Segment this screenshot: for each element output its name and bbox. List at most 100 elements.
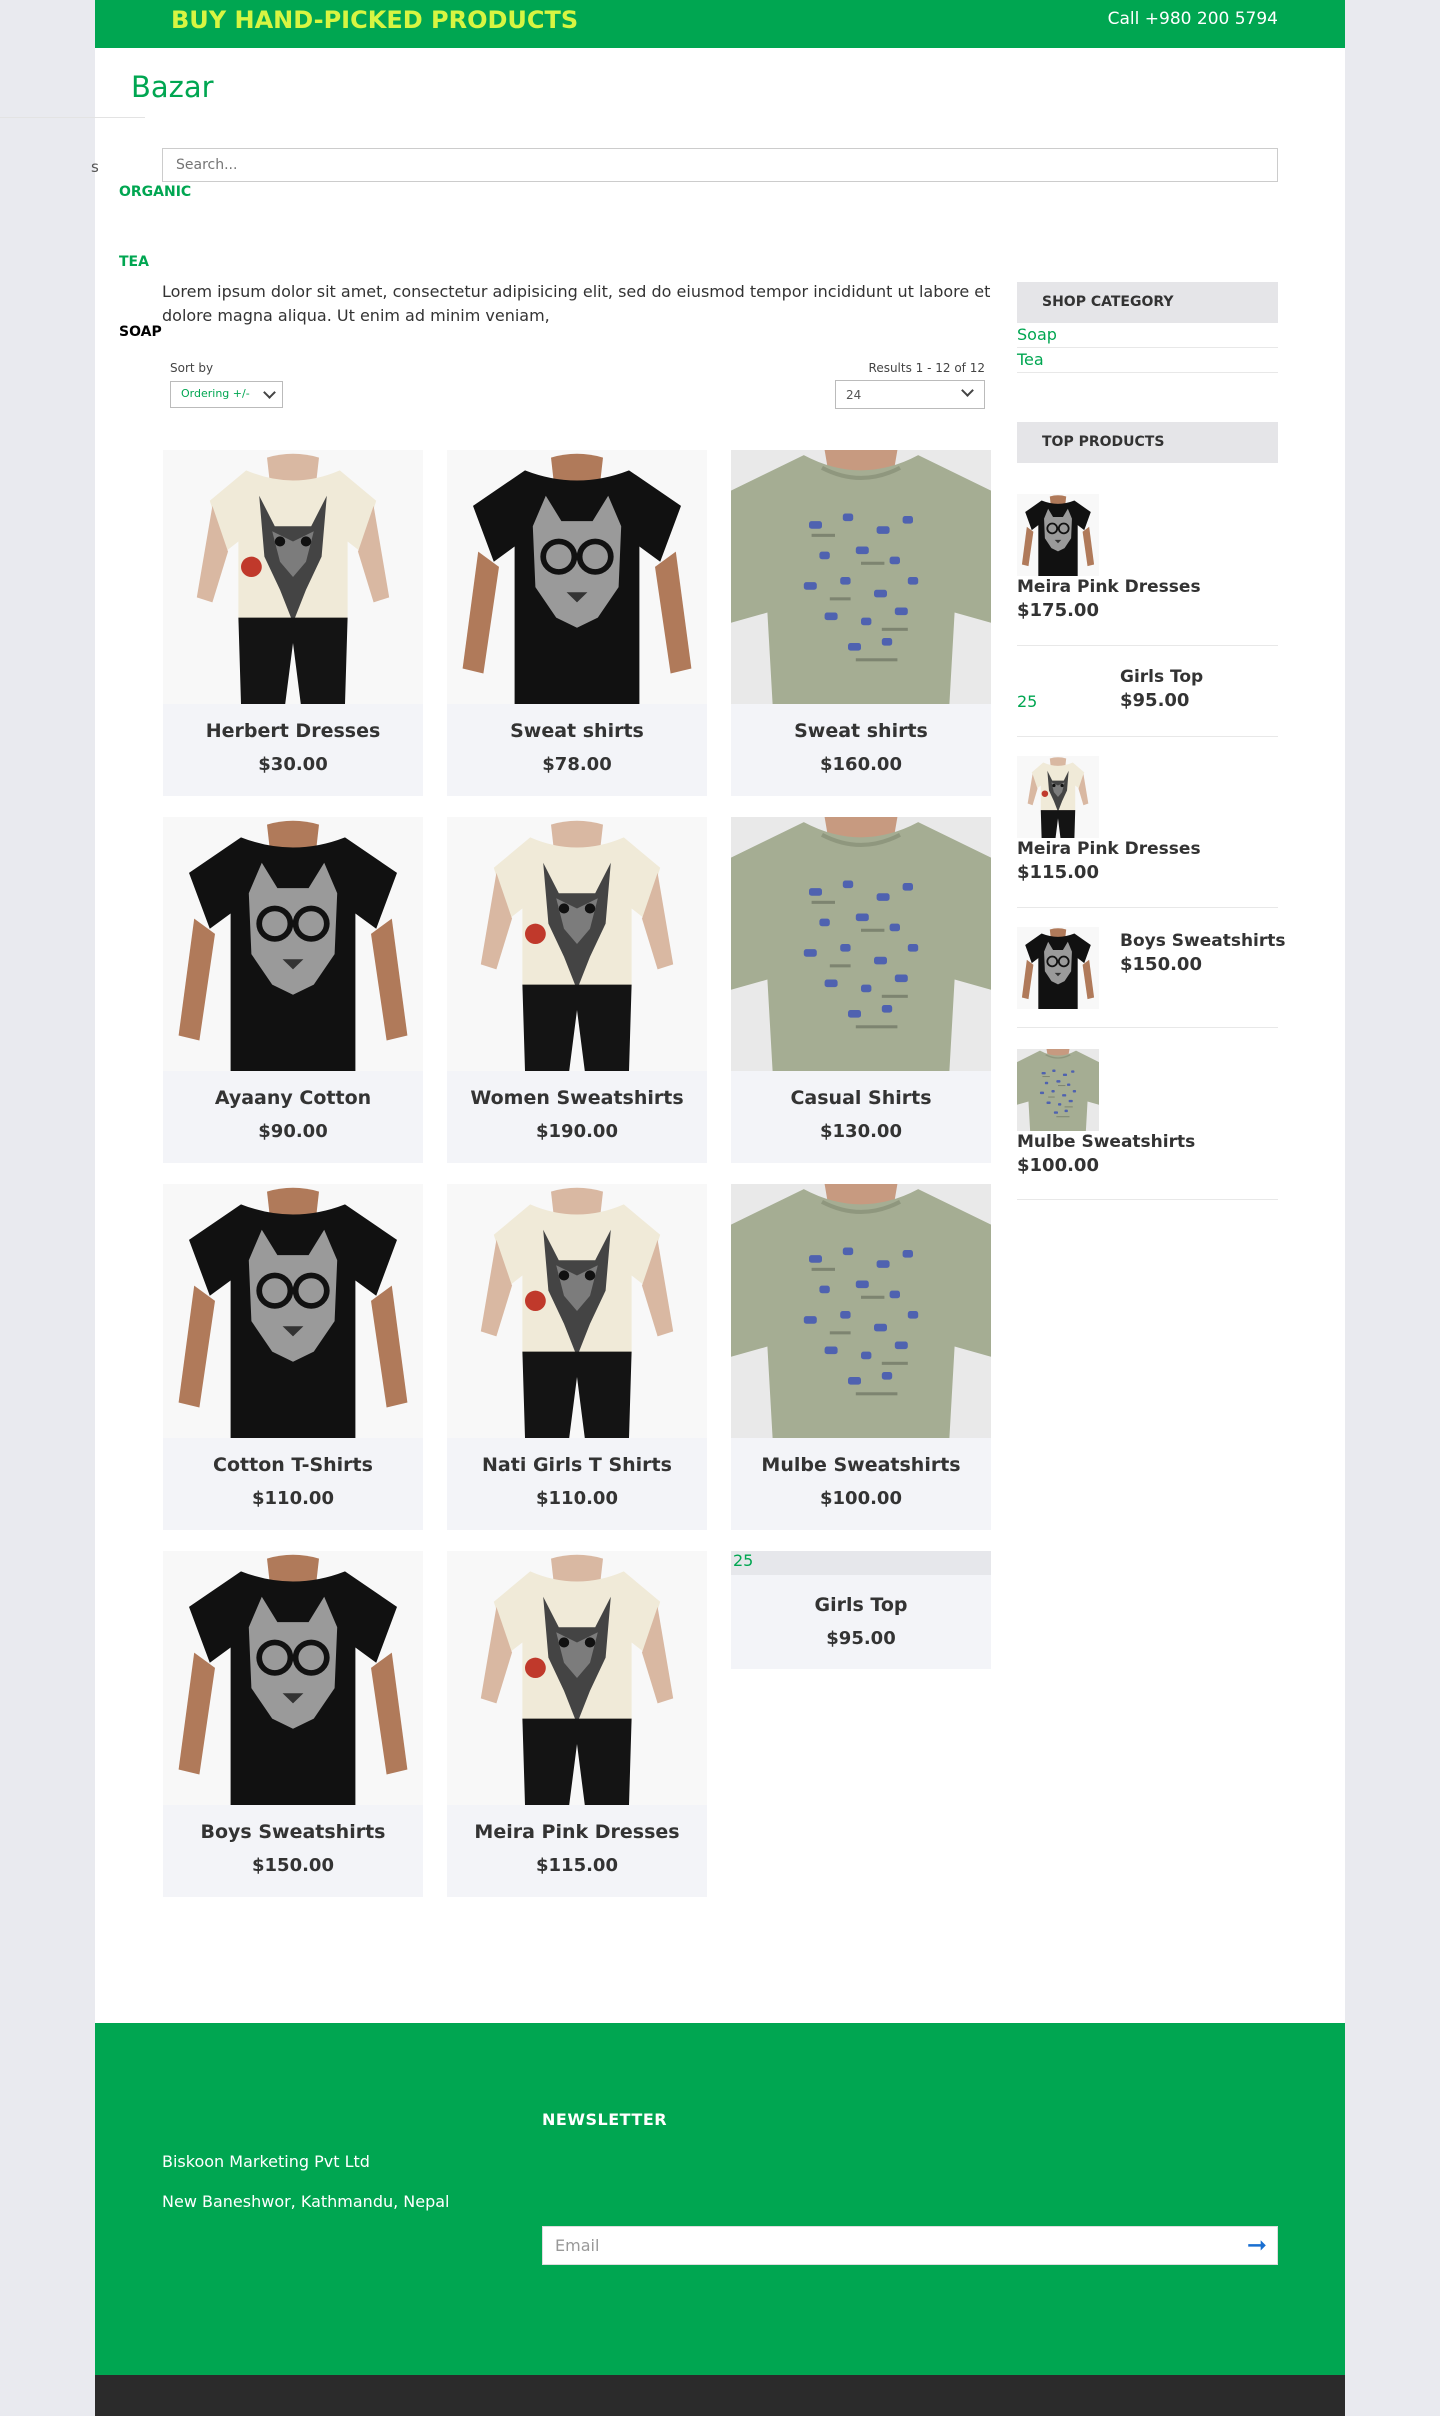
product-image[interactable]	[447, 1551, 707, 1805]
product-name[interactable]: Sweat shirts	[731, 720, 991, 742]
product-price: $130.00	[820, 1121, 902, 1142]
email-placeholder: Email	[555, 2236, 600, 2255]
product-price: $190.00	[536, 1121, 618, 1142]
product-name[interactable]: Boys Sweatshirts	[163, 1821, 423, 1843]
product-card[interactable]: Cotton T-Shirts $110.00	[163, 1184, 423, 1530]
search-input[interactable]	[162, 148, 1278, 182]
tagline: BUY HAND-PICKED PRODUCTS	[171, 6, 579, 34]
category-link-tea[interactable]: Tea	[1017, 350, 1044, 369]
per-page-value: 24	[846, 388, 862, 402]
top-product-image[interactable]	[1017, 1049, 1099, 1131]
product-card[interactable]: Herbert Dresses $30.00	[163, 450, 423, 796]
top-product-divider	[1017, 1199, 1278, 1200]
top-product-name[interactable]: Mulbe Sweatshirts	[1017, 1132, 1195, 1152]
phone-number[interactable]: Call +980 200 5794	[1108, 9, 1278, 29]
top-product-name[interactable]: Meira Pink Dresses	[1017, 577, 1201, 597]
product-price: $115.00	[536, 1855, 618, 1876]
category-link-soap[interactable]: Soap	[1017, 325, 1057, 344]
top-product-divider	[1017, 645, 1278, 646]
product-image[interactable]	[731, 1184, 991, 1438]
top-product-price: $175.00	[1017, 600, 1099, 621]
footer: Biskoon Marketing Pvt Ltd New Baneshwor,…	[95, 2023, 1345, 2375]
product-card[interactable]: Meira Pink Dresses $115.00	[447, 1551, 707, 1897]
nav-fragment: s	[91, 158, 99, 176]
product-card[interactable]: 25 Girls Top $95.00	[731, 1551, 991, 1669]
product-image[interactable]	[731, 817, 991, 1071]
site-logo[interactable]: Bazar	[131, 70, 214, 104]
product-name[interactable]: Sweat shirts	[447, 720, 707, 742]
product-image[interactable]	[163, 1551, 423, 1805]
company-name: Biskoon Marketing Pvt Ltd	[162, 2152, 370, 2171]
product-name[interactable]: Girls Top	[731, 1594, 991, 1616]
product-name[interactable]: Herbert Dresses	[163, 720, 423, 742]
product-price: $160.00	[820, 754, 902, 775]
nav-item-organic[interactable]: ORGANIC	[119, 184, 191, 200]
top-product-price: $100.00	[1017, 1155, 1099, 1176]
top-product-name[interactable]: Meira Pink Dresses	[1017, 839, 1201, 859]
product-card[interactable]: Sweat shirts $160.00	[731, 450, 991, 796]
intro-text: Lorem ipsum dolor sit amet, consectetur …	[162, 282, 991, 325]
product-name[interactable]: Nati Girls T Shirts	[447, 1454, 707, 1476]
product-price: $30.00	[258, 754, 328, 775]
top-product-divider	[1017, 907, 1278, 908]
product-name[interactable]: Ayaany Cotton	[163, 1087, 423, 1109]
top-bar: BUY HAND-PICKED PRODUCTS Call +980 200 5…	[95, 0, 1345, 48]
top-product-image[interactable]	[1017, 927, 1099, 1009]
broken-image-icon[interactable]: 25	[731, 1551, 991, 1575]
product-image[interactable]	[447, 1184, 707, 1438]
product-image[interactable]	[731, 450, 991, 704]
product-image[interactable]	[447, 817, 707, 1071]
arrow-right-icon[interactable]: ➞	[1247, 2233, 1267, 2257]
product-price: $110.00	[536, 1488, 618, 1509]
product-price: $90.00	[258, 1121, 328, 1142]
product-image[interactable]	[447, 450, 707, 704]
product-price: $100.00	[820, 1488, 902, 1509]
product-name[interactable]: Women Sweatshirts	[447, 1087, 707, 1109]
newsletter-email-field[interactable]: Email ➞	[542, 2226, 1278, 2265]
broken-image-icon[interactable]: 25	[1017, 692, 1037, 711]
per-page-select[interactable]: 24	[835, 380, 985, 409]
top-product-price: $115.00	[1017, 862, 1099, 883]
product-card[interactable]: Casual Shirts $130.00	[731, 817, 991, 1163]
bottom-bar	[95, 2375, 1345, 2416]
newsletter-title: NEWSLETTER	[542, 2110, 668, 2129]
company-address: New Baneshwor, Kathmandu, Nepal	[162, 2192, 450, 2211]
product-name[interactable]: Cotton T-Shirts	[163, 1454, 423, 1476]
product-card[interactable]: Nati Girls T Shirts $110.00	[447, 1184, 707, 1530]
sort-select[interactable]: Ordering +/-	[170, 381, 283, 408]
product-price: $150.00	[252, 1855, 334, 1876]
product-price: $110.00	[252, 1488, 334, 1509]
nav-divider	[0, 117, 145, 118]
nav-item-tea[interactable]: TEA	[119, 254, 149, 270]
product-name[interactable]: Mulbe Sweatshirts	[731, 1454, 991, 1476]
top-product-divider	[1017, 1027, 1278, 1028]
category-divider	[1017, 372, 1278, 373]
chevron-down-icon	[263, 386, 276, 399]
broken-image-alt: 25	[733, 1551, 754, 1570]
top-product-price: $95.00	[1120, 690, 1190, 711]
top-products-heading: TOP PRODUCTS	[1017, 422, 1278, 463]
product-image[interactable]	[163, 450, 423, 704]
product-card[interactable]: Ayaany Cotton $90.00	[163, 817, 423, 1163]
product-image[interactable]	[163, 1184, 423, 1438]
top-product-divider	[1017, 736, 1278, 737]
product-image[interactable]	[163, 817, 423, 1071]
product-price: $78.00	[542, 754, 612, 775]
sort-label: Sort by	[170, 361, 214, 375]
product-name[interactable]: Casual Shirts	[731, 1087, 991, 1109]
product-card[interactable]: Women Sweatshirts $190.00	[447, 817, 707, 1163]
product-card[interactable]: Boys Sweatshirts $150.00	[163, 1551, 423, 1897]
sort-select-value: Ordering +/-	[181, 387, 250, 400]
product-card[interactable]: Sweat shirts $78.00	[447, 450, 707, 796]
top-product-price: $150.00	[1120, 954, 1202, 975]
top-product-name[interactable]: Girls Top	[1120, 667, 1203, 687]
top-product-name[interactable]: Boys Sweatshirts	[1120, 931, 1286, 951]
product-card[interactable]: Mulbe Sweatshirts $100.00	[731, 1184, 991, 1530]
top-product-image[interactable]	[1017, 494, 1099, 576]
page-container: BUY HAND-PICKED PRODUCTS Call +980 200 5…	[0, 0, 1345, 2416]
product-name[interactable]: Meira Pink Dresses	[447, 1821, 707, 1843]
product-price: $95.00	[826, 1628, 896, 1649]
shop-category-heading: SHOP CATEGORY	[1017, 282, 1278, 323]
top-product-image[interactable]	[1017, 756, 1099, 838]
nav-item-soap[interactable]: SOAP	[119, 324, 162, 340]
